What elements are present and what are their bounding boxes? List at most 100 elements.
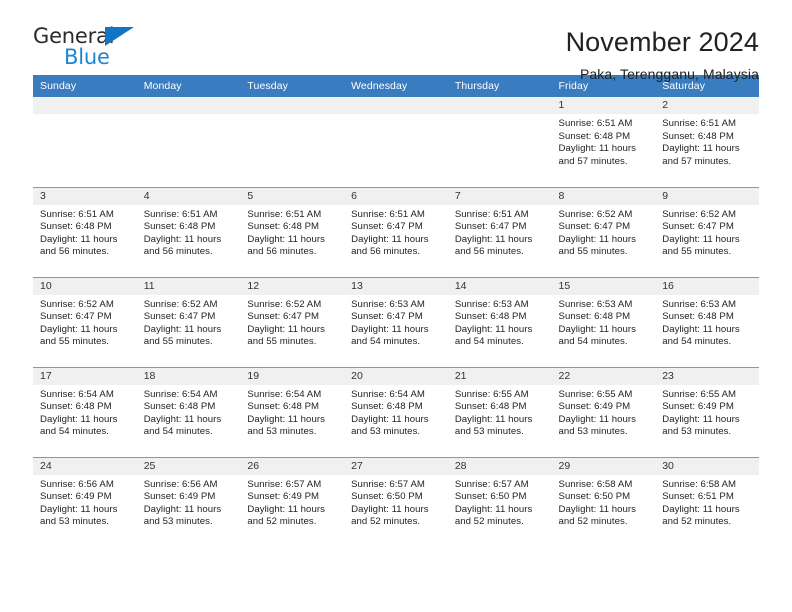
- calendar-cell: 28 Sunrise: 6:57 AM Sunset: 6:50 PM Dayligh…: [447, 456, 552, 548]
- day-cell[interactable]: 11 Sunrise: 6:52 AM Sunset: 6:47 PM Dayligh…: [136, 277, 241, 367]
- day-cell[interactable]: 2 Sunrise: 6:51 AM Sunset: 6:48 PM Daylight…: [655, 97, 759, 187]
- day-cell[interactable]: 22 Sunrise: 6:55 AM Sunset: 6:49 PM Dayligh…: [551, 367, 656, 457]
- calendar-cell: 21 Sunrise: 6:55 AM Sunset: 6:48 PM Dayligh…: [447, 366, 552, 457]
- daylight-text: Daylight: 11 hours and 53 minutes.: [558, 413, 637, 438]
- day-cell[interactable]: 12 Sunrise: 6:52 AM Sunset: 6:47 PM Dayligh…: [240, 277, 345, 367]
- day-number: 15: [551, 277, 656, 295]
- daylight-text: Daylight: 11 hours and 53 minutes.: [454, 413, 533, 438]
- calendar-cell: 9 Sunrise: 6:52 AM Sunset: 6:47 PM Daylight…: [655, 186, 759, 277]
- day-cell[interactable]: 28 Sunrise: 6:57 AM Sunset: 6:50 PM Dayligh…: [447, 457, 552, 548]
- daylight-text: Daylight: 11 hours and 57 minutes.: [558, 143, 637, 167]
- day-cell[interactable]: 5 Sunrise: 6:51 AM Sunset: 6:48 PM Daylight…: [240, 187, 345, 277]
- calendar-cell: 1 Sunrise: 6:51 AM Sunset: 6:48 PM Daylight…: [551, 97, 656, 187]
- sunset-text: Sunset: 6:48 PM: [558, 130, 631, 142]
- day-cell[interactable]: 7 Sunrise: 6:51 AM Sunset: 6:47 PM Daylight…: [447, 187, 552, 277]
- day-cell[interactable]: 26 Sunrise: 6:57 AM Sunset: 6:49 PM Dayligh…: [240, 457, 345, 548]
- sunset-text: Sunset: 6:49 PM: [558, 401, 631, 413]
- day-cell[interactable]: 14 Sunrise: 6:53 AM Sunset: 6:48 PM Dayligh…: [447, 277, 552, 367]
- day-number: 14: [447, 277, 552, 295]
- sunrise-text: Sunrise: 6:51 AM: [40, 208, 114, 220]
- sunset-text: Sunset: 6:48 PM: [143, 401, 216, 413]
- daylight-text: Daylight: 11 hours and 55 minutes.: [662, 233, 740, 258]
- day-cell[interactable]: 16 Sunrise: 6:53 AM Sunset: 6:48 PM Dayligh…: [655, 277, 759, 367]
- day-cell[interactable]: 6 Sunrise: 6:51 AM Sunset: 6:47 PM Daylight…: [344, 187, 448, 277]
- sunrise-text: Sunrise: 6:54 AM: [247, 388, 322, 400]
- calendar-week-row: 10 Sunrise: 6:52 AM Sunset: 6:47 PM Dayligh…: [33, 276, 759, 367]
- calendar-cell: 15 Sunrise: 6:53 AM Sunset: 6:48 PM Dayligh…: [551, 276, 656, 367]
- empty-day-cell: [447, 97, 552, 187]
- calendar-cell: 27 Sunrise: 6:57 AM Sunset: 6:50 PM Dayligh…: [344, 456, 448, 548]
- page-header: General Blue November 2024 Paka, Terengg…: [33, 0, 759, 82]
- day-number: 19: [240, 367, 345, 385]
- sunrise-text: Sunrise: 6:51 AM: [558, 118, 633, 129]
- day-details: Sunrise: 6:52 AM Sunset: 6:47 PM Daylight:…: [137, 295, 241, 349]
- day-cell[interactable]: 20 Sunrise: 6:54 AM Sunset: 6:48 PM Dayligh…: [344, 367, 448, 457]
- day-cell[interactable]: 18 Sunrise: 6:54 AM Sunset: 6:48 PM Dayligh…: [136, 367, 241, 457]
- day-number: 20: [344, 367, 448, 385]
- day-cell[interactable]: 1 Sunrise: 6:51 AM Sunset: 6:48 PM Daylight…: [551, 97, 656, 187]
- day-number: 2: [655, 97, 759, 114]
- day-cell[interactable]: 9 Sunrise: 6:52 AM Sunset: 6:47 PM Daylight…: [655, 187, 759, 277]
- daylight-text: Daylight: 11 hours and 56 minutes.: [40, 233, 118, 258]
- sunrise-text: Sunrise: 6:53 AM: [351, 298, 425, 310]
- calendar-week-row: 17 Sunrise: 6:54 AM Sunset: 6:48 PM Dayligh…: [33, 366, 759, 457]
- day-number: 1: [551, 97, 656, 114]
- sunset-text: Sunset: 6:47 PM: [558, 221, 631, 233]
- calendar-cell: [240, 97, 345, 187]
- day-cell[interactable]: 24 Sunrise: 6:56 AM Sunset: 6:49 PM Dayligh…: [33, 457, 137, 548]
- day-number: 12: [240, 277, 345, 295]
- daylight-text: Daylight: 11 hours and 52 minutes.: [558, 503, 637, 528]
- day-cell[interactable]: 4 Sunrise: 6:51 AM Sunset: 6:48 PM Daylight…: [136, 187, 241, 277]
- sunset-text: Sunset: 6:49 PM: [662, 401, 734, 413]
- day-details: Sunrise: 6:53 AM Sunset: 6:48 PM Daylight:…: [552, 295, 656, 349]
- calendar-week-row: 3 Sunrise: 6:51 AM Sunset: 6:48 PM Daylight…: [33, 186, 759, 277]
- calendar-cell: 29 Sunrise: 6:58 AM Sunset: 6:50 PM Dayligh…: [551, 456, 656, 548]
- day-number: [447, 97, 552, 114]
- daylight-text: Daylight: 11 hours and 56 minutes.: [247, 233, 325, 258]
- sunrise-text: Sunrise: 6:58 AM: [558, 478, 633, 490]
- sunset-text: Sunset: 6:48 PM: [558, 311, 631, 323]
- day-number: 23: [655, 367, 759, 385]
- day-number: 25: [136, 457, 241, 475]
- day-cell[interactable]: 30 Sunrise: 6:58 AM Sunset: 6:51 PM Dayligh…: [655, 457, 759, 548]
- day-cell[interactable]: 27 Sunrise: 6:57 AM Sunset: 6:50 PM Dayligh…: [344, 457, 448, 548]
- day-details: Sunrise: 6:52 AM Sunset: 6:47 PM Daylight:…: [240, 295, 344, 349]
- logo-triangle-icon: [105, 27, 134, 46]
- day-cell[interactable]: 13 Sunrise: 6:53 AM Sunset: 6:47 PM Dayligh…: [344, 277, 448, 367]
- general-blue-logo[interactable]: General Blue: [33, 24, 145, 70]
- sunset-text: Sunset: 6:47 PM: [40, 311, 112, 323]
- day-cell[interactable]: 29 Sunrise: 6:58 AM Sunset: 6:50 PM Dayligh…: [551, 457, 656, 548]
- day-cell[interactable]: 3 Sunrise: 6:51 AM Sunset: 6:48 PM Daylight…: [33, 187, 137, 277]
- daylight-text: Daylight: 11 hours and 55 minutes.: [558, 233, 637, 258]
- day-cell[interactable]: 23 Sunrise: 6:55 AM Sunset: 6:49 PM Dayligh…: [655, 367, 759, 457]
- calendar-cell: 8 Sunrise: 6:52 AM Sunset: 6:47 PM Daylight…: [551, 186, 656, 277]
- sunset-text: Sunset: 6:51 PM: [662, 491, 734, 503]
- day-details: Sunrise: 6:51 AM Sunset: 6:48 PM Daylight:…: [240, 205, 344, 259]
- day-details: Sunrise: 6:51 AM Sunset: 6:48 PM Daylight:…: [552, 114, 656, 168]
- calendar-cell: 7 Sunrise: 6:51 AM Sunset: 6:47 PM Daylight…: [447, 186, 552, 277]
- day-details: Sunrise: 6:54 AM Sunset: 6:48 PM Daylight:…: [344, 385, 448, 439]
- sunset-text: Sunset: 6:47 PM: [454, 221, 527, 233]
- page-title: November 2024: [565, 27, 759, 57]
- day-cell[interactable]: 25 Sunrise: 6:56 AM Sunset: 6:49 PM Dayligh…: [136, 457, 241, 548]
- sunrise-text: Sunrise: 6:58 AM: [662, 478, 737, 490]
- day-details: Sunrise: 6:53 AM Sunset: 6:48 PM Daylight:…: [655, 295, 759, 349]
- day-cell[interactable]: 17 Sunrise: 6:54 AM Sunset: 6:48 PM Dayligh…: [33, 367, 137, 457]
- day-cell[interactable]: 8 Sunrise: 6:52 AM Sunset: 6:47 PM Daylight…: [551, 187, 656, 277]
- day-cell[interactable]: 10 Sunrise: 6:52 AM Sunset: 6:47 PM Dayligh…: [33, 277, 137, 367]
- day-cell[interactable]: 21 Sunrise: 6:55 AM Sunset: 6:48 PM Dayligh…: [447, 367, 552, 457]
- sunrise-text: Sunrise: 6:54 AM: [143, 388, 218, 400]
- daylight-text: Daylight: 11 hours and 54 minutes.: [662, 323, 740, 348]
- daylight-text: Daylight: 11 hours and 56 minutes.: [351, 233, 429, 258]
- weekday-header-sunday: Sunday: [33, 75, 137, 97]
- sunrise-text: Sunrise: 6:55 AM: [558, 388, 633, 400]
- day-cell[interactable]: 19 Sunrise: 6:54 AM Sunset: 6:48 PM Dayligh…: [240, 367, 345, 457]
- daylight-text: Daylight: 11 hours and 57 minutes.: [662, 143, 740, 167]
- day-cell[interactable]: 15 Sunrise: 6:53 AM Sunset: 6:48 PM Dayligh…: [551, 277, 656, 367]
- day-number: 9: [655, 187, 759, 205]
- calendar-cell: [344, 97, 448, 187]
- day-number: 3: [33, 187, 137, 205]
- day-number: 26: [240, 457, 345, 475]
- day-number: 4: [136, 187, 241, 205]
- sunrise-text: Sunrise: 6:57 AM: [351, 478, 425, 490]
